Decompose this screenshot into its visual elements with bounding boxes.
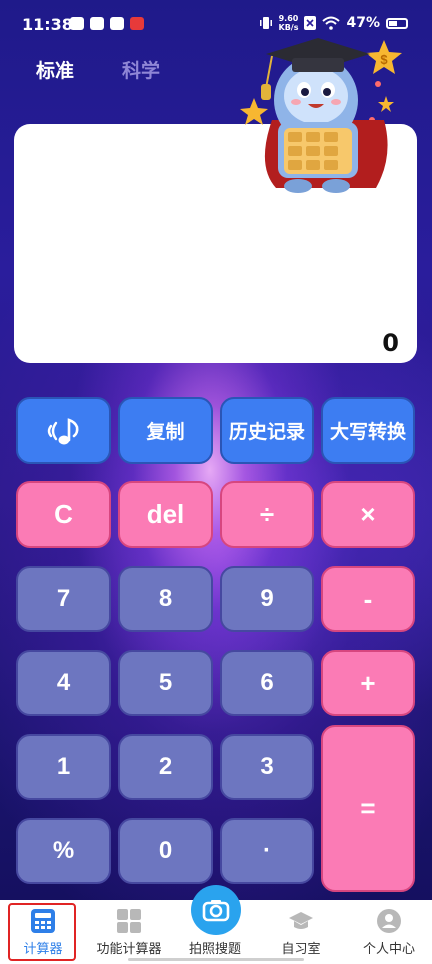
sound-toggle-button[interactable] <box>16 397 111 464</box>
copy-button[interactable]: 复制 <box>118 397 213 464</box>
app-notification-icon <box>70 17 84 30</box>
nav-label-personal-center: 个人中心 <box>362 942 415 957</box>
news-icon <box>130 17 144 30</box>
home-indicator <box>128 958 304 961</box>
equals-button[interactable]: = <box>321 725 415 892</box>
digit-6-button[interactable]: 6 <box>220 650 314 716</box>
nav-label-function-calculator: 功能计算器 <box>96 942 162 957</box>
history-button[interactable]: 历史记录 <box>220 397 314 464</box>
camera-button[interactable] <box>191 885 241 935</box>
grid-icon <box>117 909 141 933</box>
status-time: 11:38 <box>22 15 73 34</box>
multiply-button[interactable]: × <box>321 481 415 548</box>
nav-item-function-calculator[interactable]: 功能计算器 <box>86 900 172 964</box>
nav-item-study-room[interactable]: 自习室 <box>258 900 344 964</box>
nav-label-study-room: 自习室 <box>281 942 321 957</box>
digit-1-button[interactable]: 1 <box>16 734 111 800</box>
music-note-icon <box>47 417 78 444</box>
digit-2-button[interactable]: 2 <box>118 734 213 800</box>
nav-item-personal-center[interactable]: 个人中心 <box>346 900 432 964</box>
digit-3-button[interactable]: 3 <box>220 734 314 800</box>
percent-button[interactable]: % <box>16 818 111 884</box>
camera-icon <box>202 900 230 922</box>
uppercase-convert-button[interactable]: 大写转换 <box>321 397 415 464</box>
clear-button[interactable]: C <box>16 481 111 548</box>
decimal-point-button[interactable]: · <box>220 818 314 884</box>
divide-button[interactable]: ÷ <box>220 481 314 548</box>
tab-scientific[interactable]: 科学 <box>122 56 160 83</box>
digit-4-button[interactable]: 4 <box>16 650 111 716</box>
digit-5-button[interactable]: 5 <box>118 650 213 716</box>
delete-button[interactable]: del <box>118 481 213 548</box>
svg-text:$: $ <box>380 52 388 67</box>
notification-icons <box>70 17 144 30</box>
video-icon <box>110 17 124 30</box>
nav-label-photo-search: 拍照搜题 <box>188 942 241 957</box>
plus-button[interactable]: + <box>321 650 415 716</box>
result-value: 0 <box>382 329 399 357</box>
graduation-cap-icon <box>289 912 313 929</box>
mascot-illustration: $ <box>240 38 402 193</box>
digit-0-button[interactable]: 0 <box>118 818 213 884</box>
tab-standard[interactable]: 标准 <box>36 56 74 83</box>
digit-9-button[interactable]: 9 <box>220 566 314 632</box>
digit-7-button[interactable]: 7 <box>16 566 111 632</box>
digit-8-button[interactable]: 8 <box>118 566 213 632</box>
minus-button[interactable]: - <box>321 566 415 632</box>
active-tab-highlight <box>8 903 76 961</box>
user-icon <box>377 909 401 933</box>
mail-icon <box>90 17 104 30</box>
